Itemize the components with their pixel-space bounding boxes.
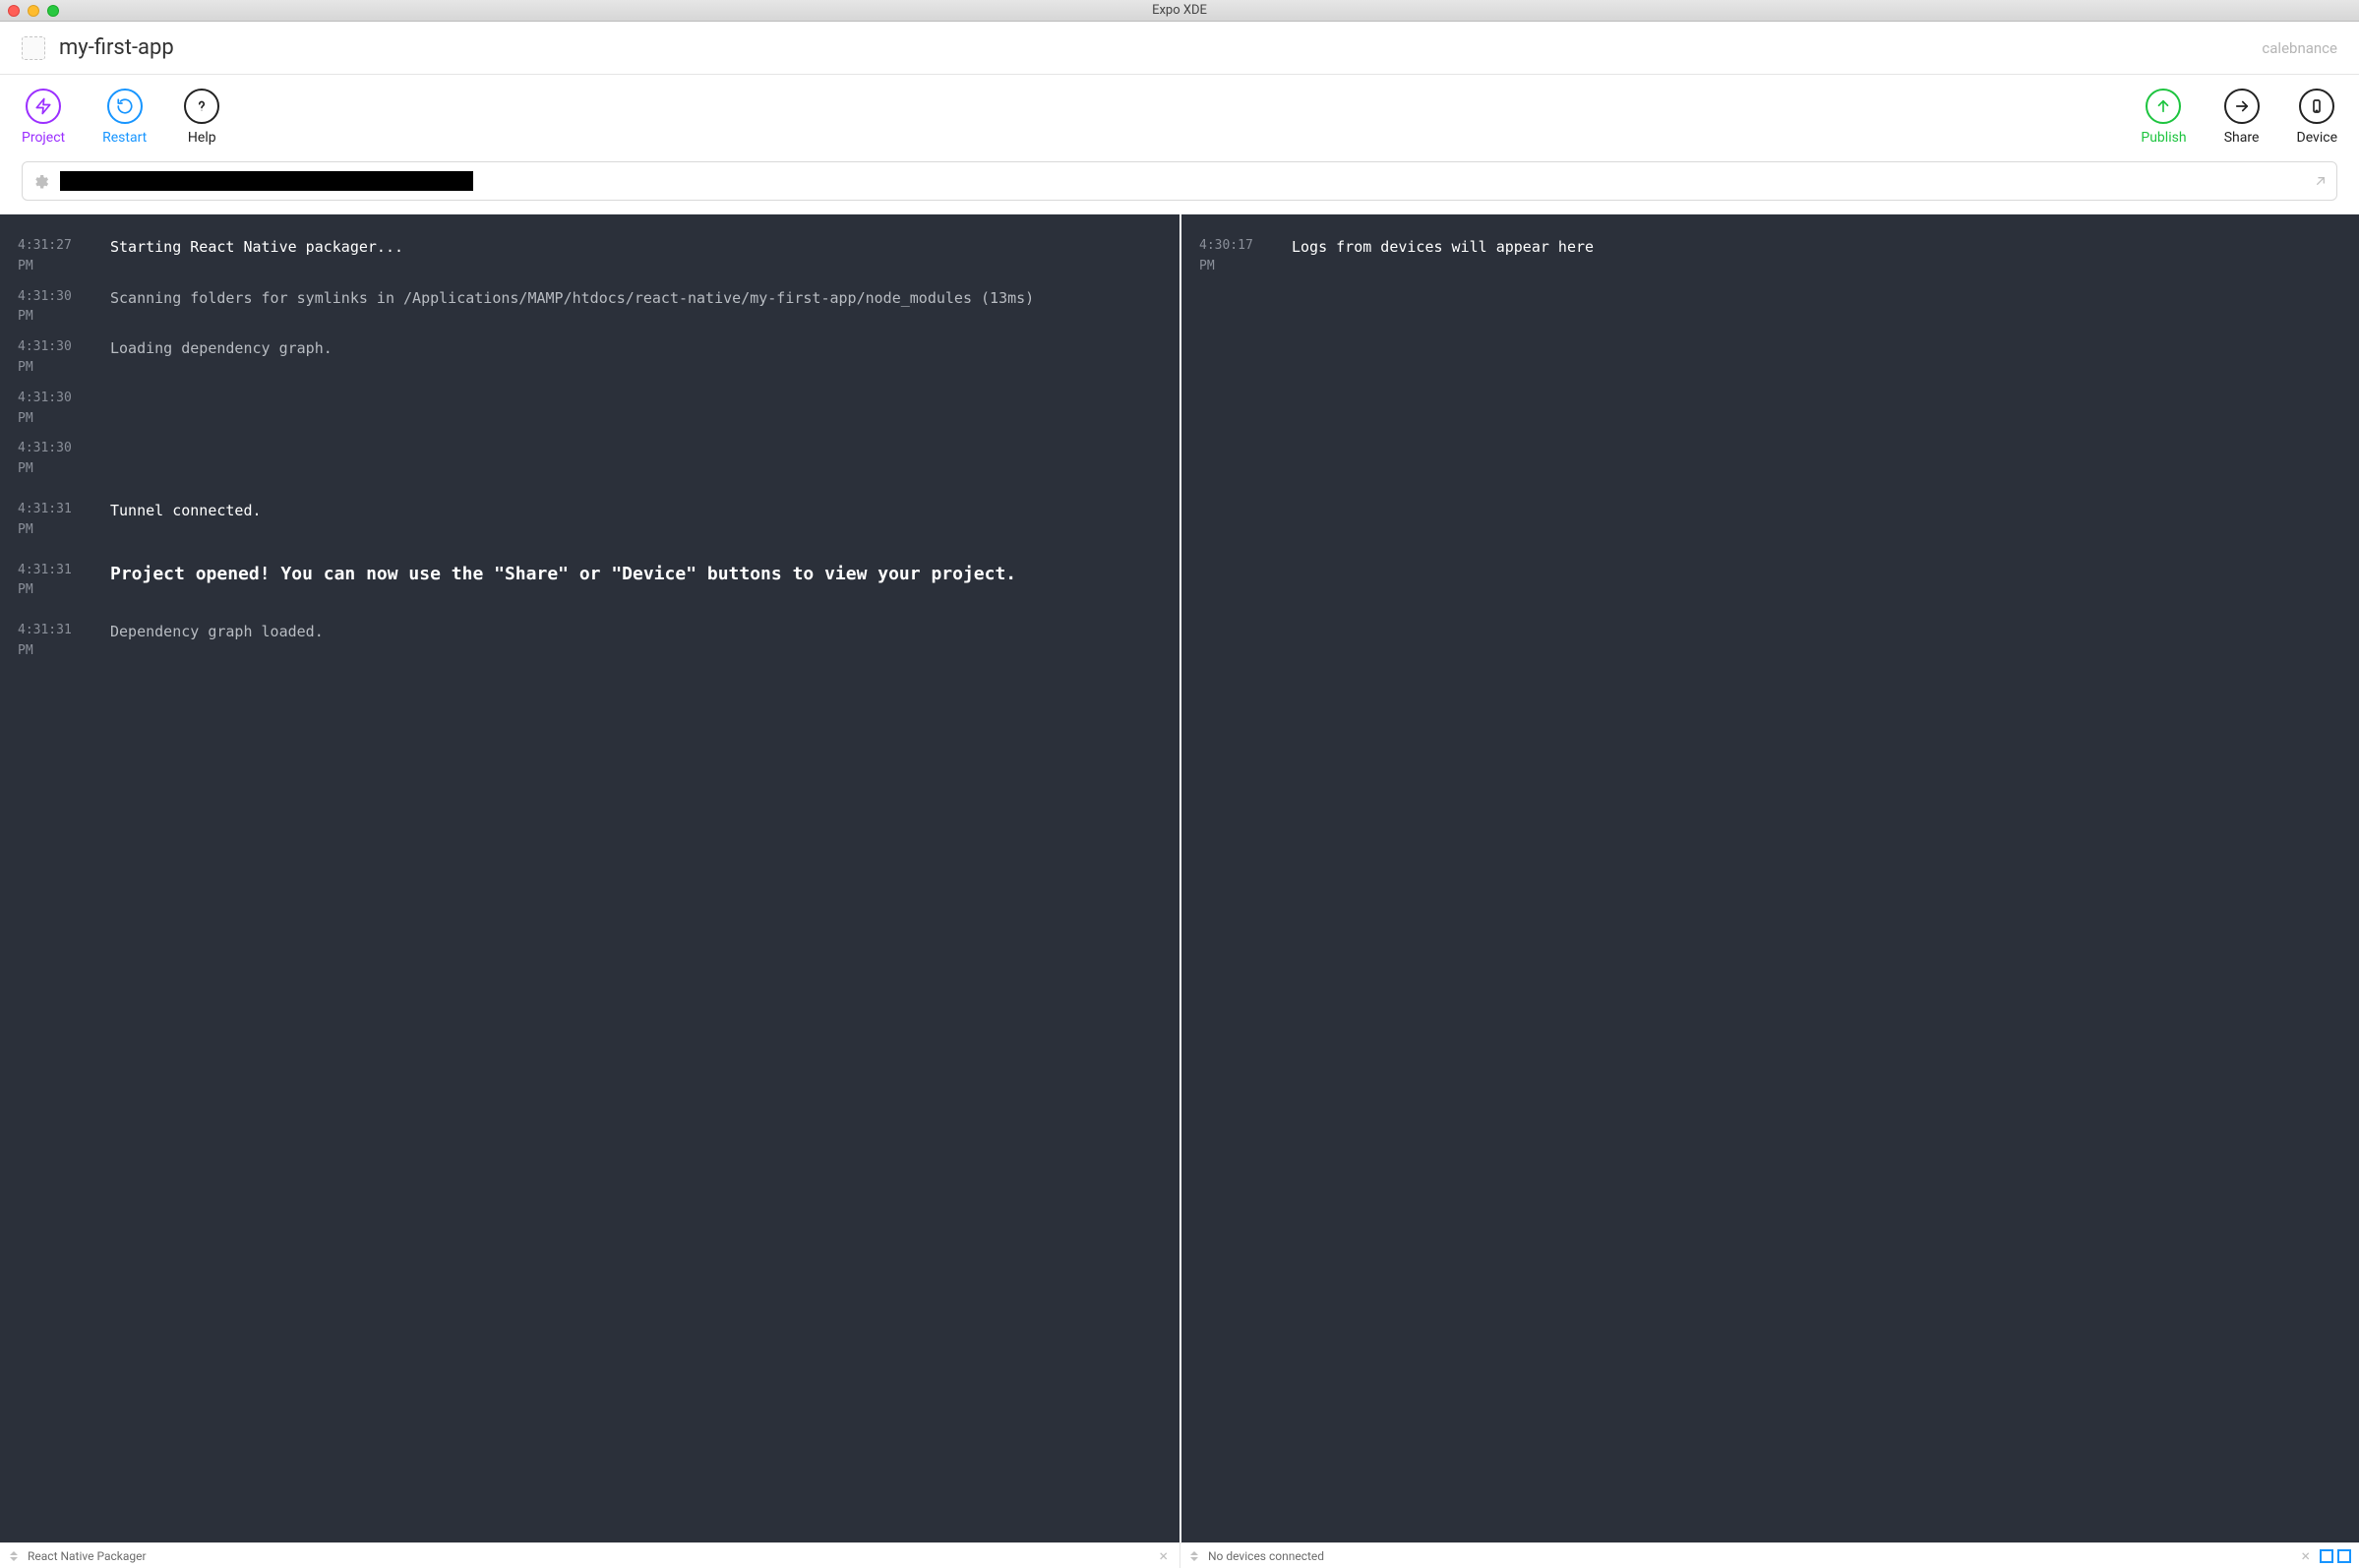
project-button[interactable]: Project	[22, 89, 65, 146]
log-timestamp: 4:30:17 PM	[1199, 236, 1274, 277]
log-message: Loading dependency graph.	[110, 337, 1162, 360]
help-button[interactable]: Help	[184, 89, 219, 146]
statusbar-right: No devices connected ×	[1180, 1543, 2359, 1568]
statusbar: React Native Packager × No devices conne…	[0, 1542, 2359, 1568]
log-row: 4:31:30 PM Loading dependency graph.	[18, 337, 1162, 379]
urlbar[interactable]	[22, 161, 2337, 201]
toolbar-group-right: Publish Share Device	[2141, 89, 2337, 146]
log-row: 4:30:17 PM Logs from devices will appear …	[1199, 236, 2341, 277]
urlbar-container	[0, 161, 2359, 214]
header: my-first-app calebnance	[0, 22, 2359, 75]
log-message: Logs from devices will appear here	[1292, 236, 2341, 259]
log-message: Dependency graph loaded.	[110, 621, 1162, 643]
log-timestamp: 4:31:31 PM	[18, 621, 92, 662]
statusbar-right-label: No devices connected	[1208, 1549, 1324, 1563]
statusbar-left: React Native Packager ×	[0, 1543, 1180, 1568]
window-minimize-button[interactable]	[28, 5, 39, 17]
log-timestamp: 4:31:31 PM	[18, 561, 92, 602]
log-message: Tunnel connected.	[110, 500, 1162, 522]
close-pane-right-button[interactable]: ×	[2297, 1546, 2314, 1565]
log-row: 4:31:30 PM Scanning folders for symlinks …	[18, 287, 1162, 329]
log-message: Starting React Native packager...	[110, 236, 1162, 259]
share-button-label: Share	[2224, 130, 2260, 146]
gear-icon[interactable]	[32, 172, 50, 190]
question-icon	[184, 89, 219, 124]
project-block: my-first-app	[22, 35, 174, 60]
project-avatar-placeholder	[22, 36, 45, 60]
log-timestamp: 4:31:30 PM	[18, 439, 92, 480]
statusbar-left-label: React Native Packager	[28, 1549, 147, 1563]
open-external-icon[interactable]	[2313, 173, 2329, 189]
log-timestamp: 4:31:27 PM	[18, 236, 92, 277]
log-timestamp: 4:31:30 PM	[18, 287, 92, 329]
username-label[interactable]: calebnance	[2262, 39, 2337, 57]
restart-button-label: Restart	[102, 130, 147, 146]
log-row: 4:31:30 PM	[18, 389, 1162, 430]
log-timestamp: 4:31:30 PM	[18, 389, 92, 430]
log-row: 4:31:30 PM	[18, 439, 1162, 480]
share-button[interactable]: Share	[2224, 89, 2260, 146]
help-button-label: Help	[188, 130, 216, 146]
restart-button[interactable]: Restart	[102, 89, 147, 146]
log-message: Scanning folders for symlinks in /Applic…	[110, 287, 1162, 310]
lightning-icon	[26, 89, 61, 124]
pane-toggle-left[interactable]	[2320, 1549, 2333, 1563]
titlebar: Expo XDE	[0, 0, 2359, 22]
traffic-lights	[0, 5, 59, 17]
log-panes: 4:31:27 PM Starting React Native packager…	[0, 214, 2359, 1542]
toolbar: Project Restart Help Publish Share	[0, 75, 2359, 161]
device-button[interactable]: Device	[2297, 89, 2337, 146]
device-icon	[2299, 89, 2334, 124]
publish-button-label: Publish	[2141, 130, 2186, 146]
log-row: 4:31:31 PM Tunnel connected.	[18, 500, 1162, 541]
toolbar-group-left: Project Restart Help	[22, 89, 219, 146]
url-redacted	[60, 171, 473, 191]
window-title: Expo XDE	[0, 3, 2359, 18]
device-log-pane[interactable]: 4:30:17 PM Logs from devices will appear …	[1180, 214, 2359, 1542]
device-button-label: Device	[2297, 130, 2337, 146]
log-row: 4:31:31 PM Dependency graph loaded.	[18, 621, 1162, 662]
resize-handle-icon[interactable]	[1188, 1550, 1200, 1562]
log-timestamp: 4:31:30 PM	[18, 337, 92, 379]
pane-layout-toggles	[2320, 1549, 2351, 1563]
reload-icon	[107, 89, 143, 124]
publish-button[interactable]: Publish	[2141, 89, 2186, 146]
log-message: Project opened! You can now use the "Sha…	[110, 561, 1162, 587]
window-close-button[interactable]	[8, 5, 20, 17]
pane-toggle-right[interactable]	[2337, 1549, 2351, 1563]
log-row: 4:31:27 PM Starting React Native packager…	[18, 236, 1162, 277]
packager-log-pane[interactable]: 4:31:27 PM Starting React Native packager…	[0, 214, 1180, 1542]
upload-arrow-icon	[2146, 89, 2181, 124]
resize-handle-icon[interactable]	[8, 1550, 20, 1562]
project-name: my-first-app	[59, 35, 174, 60]
window-zoom-button[interactable]	[47, 5, 59, 17]
project-button-label: Project	[22, 130, 65, 146]
log-timestamp: 4:31:31 PM	[18, 500, 92, 541]
close-pane-left-button[interactable]: ×	[1155, 1546, 1172, 1565]
arrow-right-icon	[2224, 89, 2260, 124]
log-row: 4:31:31 PM Project opened! You can now us…	[18, 561, 1162, 602]
